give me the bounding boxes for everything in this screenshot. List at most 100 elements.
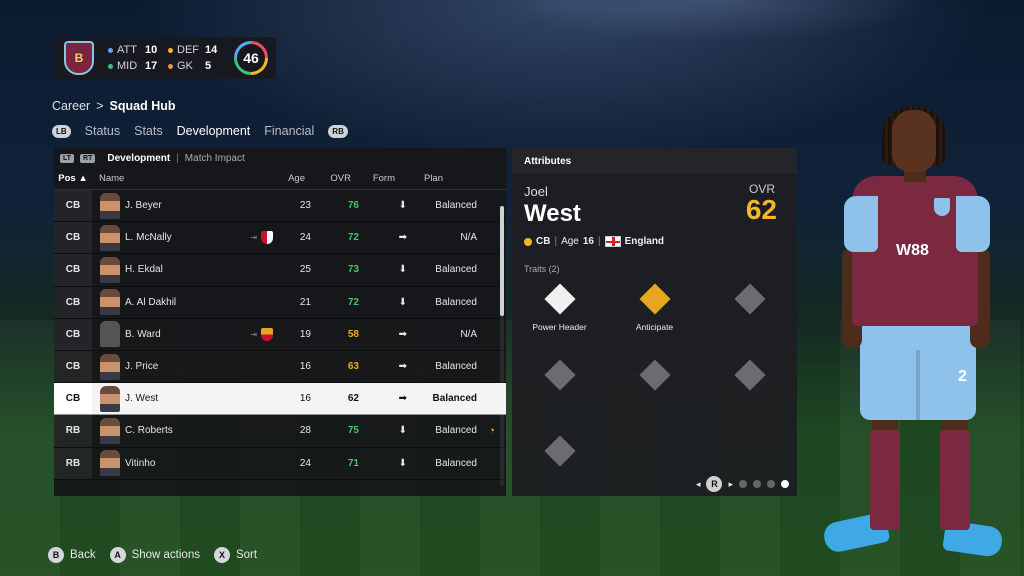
row-name: A. Al Dakhil [125, 296, 177, 308]
player-age: 16 [582, 236, 594, 247]
player-avatar [100, 353, 120, 380]
player-avatar [100, 450, 120, 477]
b-button-icon: B [48, 547, 64, 563]
row-plan: Balanced [435, 457, 477, 469]
row-ovr: 62 [347, 393, 359, 405]
row-name: B. Ward [125, 328, 161, 340]
player-last-name: West [524, 200, 581, 227]
shorts-number: 2 [958, 368, 967, 385]
form-down-icon: ⬇ [398, 457, 407, 469]
player-avatar [100, 385, 120, 412]
button-prompts: B Back A Show actions X Sort [48, 547, 257, 563]
row-name: C. Roberts [125, 425, 173, 437]
row-club: ⇥ [235, 327, 273, 341]
table-row[interactable]: CB L. McNally ⇥ 24 72 ➡ N/A [54, 222, 506, 255]
table-row[interactable]: CB A. Al Dakhil 21 72 ⬇ Balanced [54, 286, 506, 319]
row-age: 24 [299, 232, 311, 244]
rating-gk: GK 5 [168, 60, 220, 72]
row-ovr: 75 [347, 425, 359, 437]
table-row-selected[interactable]: CB J. West 16 62 ➡ Balanced [54, 383, 506, 416]
player-age-label: Age [561, 236, 579, 247]
development-gauge-icon: ◔ [488, 424, 495, 437]
form-down-icon: ⬇ [398, 425, 407, 437]
tab-stats[interactable]: Stats [134, 124, 163, 138]
chevron-right-icon: > [96, 99, 104, 113]
sock-left [870, 430, 900, 530]
trait-slot-empty[interactable] [702, 354, 797, 416]
team-ovr-ring: 46 [234, 41, 268, 75]
table-row[interactable]: RB C. Roberts 28 75 ⬇ Balanced ◔ [54, 415, 506, 448]
player-avatar [100, 256, 120, 283]
table-row[interactable]: CB B. Ward ⇥ 19 58 ➡ N/A [54, 318, 506, 351]
r-stick-icon[interactable]: R [706, 476, 723, 492]
chevron-left-icon[interactable]: ◂ [696, 479, 701, 490]
tab-financial[interactable]: Financial [264, 124, 314, 138]
table-row[interactable]: CB J. Beyer 23 76 ⬇ Balanced [54, 190, 506, 223]
row-pos: RB [54, 447, 92, 479]
row-pos: CB [54, 254, 92, 286]
position-dot-icon [524, 237, 532, 246]
loan-arrow-icon: ⇥ [250, 233, 257, 243]
x-button-icon: X [213, 547, 230, 563]
col-form[interactable]: Form [351, 173, 395, 184]
row-plan: Balanced [435, 296, 477, 308]
player-avatar-placeholder [100, 321, 120, 348]
trait-slot[interactable]: Anticipate [607, 278, 702, 340]
row-name: J. Beyer [125, 200, 162, 212]
rt-trigger-icon[interactable]: RT [80, 153, 96, 163]
trait-slot-empty[interactable] [512, 354, 607, 416]
shirt-sponsor: W88 [896, 242, 929, 259]
trait-slot-empty[interactable] [512, 430, 607, 492]
attributes-pager: ◂ R ▸ [696, 476, 789, 492]
row-ovr: 76 [347, 200, 359, 212]
col-ovr[interactable]: OVR [305, 173, 351, 184]
page-dot[interactable] [767, 480, 775, 488]
lb-button-icon[interactable]: LB [52, 124, 71, 138]
sort-button[interactable]: X Sort [213, 547, 257, 563]
tab-development[interactable]: Development [177, 124, 251, 138]
scrollbar-thumb[interactable] [500, 206, 504, 316]
table-header: Pos ▲ Name Age OVR Form Plan [54, 168, 506, 190]
rb-button-icon[interactable]: RB [328, 124, 348, 138]
row-ovr: 72 [347, 296, 359, 308]
row-age: 25 [299, 264, 311, 276]
page-dot-active[interactable] [781, 480, 789, 488]
col-plan[interactable]: Plan [395, 173, 443, 184]
trait-slot-empty[interactable] [702, 278, 797, 340]
player-avatar [100, 192, 120, 219]
subtab-development[interactable]: Development [107, 153, 170, 164]
col-pos[interactable]: Pos ▲ [54, 173, 92, 184]
form-down-icon: ⬇ [398, 200, 407, 212]
row-plan: N/A [460, 232, 477, 244]
breadcrumb-current: Squad Hub [109, 99, 176, 113]
breadcrumb-root[interactable]: Career [52, 99, 90, 113]
form-right-icon: ➡ [398, 232, 407, 244]
empty-trait-icon [733, 283, 766, 315]
table-row[interactable]: CB H. Ekdal 25 73 ⬇ Balanced [54, 254, 506, 287]
col-age[interactable]: Age [247, 173, 305, 184]
attributes-title: Attributes [512, 148, 797, 174]
row-age: 23 [299, 200, 311, 212]
trait-slot[interactable]: Power Header [512, 278, 607, 340]
col-name[interactable]: Name [99, 173, 247, 184]
team-ratings: ATT 10 DEF 14 MID 17 GK 5 [108, 44, 220, 72]
row-ovr: 63 [347, 361, 359, 373]
row-plan: Balanced [435, 264, 477, 276]
page-dot[interactable] [753, 480, 761, 488]
table-row[interactable]: CB J. Price 16 63 ➡ Balanced [54, 350, 506, 384]
lt-trigger-icon[interactable]: LT [60, 153, 75, 163]
show-actions-button[interactable]: A Show actions [109, 547, 200, 563]
trait-name: Power Header [532, 322, 587, 332]
subtab-match-impact[interactable]: Match Impact [185, 153, 245, 164]
row-plan: Balanced [435, 200, 477, 212]
table-row[interactable]: RB Vitinho 24 71 ⬇ Balanced [54, 447, 506, 480]
page-dot[interactable] [739, 480, 747, 488]
back-button[interactable]: B Back [48, 547, 96, 563]
form-right-icon: ➡ [398, 328, 407, 340]
row-plan: Balanced [432, 393, 477, 405]
back-label: Back [70, 549, 96, 561]
trait-slot-empty[interactable] [607, 354, 702, 416]
tab-status[interactable]: Status [85, 124, 120, 138]
chevron-right-icon[interactable]: ▸ [728, 479, 733, 490]
loan-arrow-icon: ⇥ [250, 329, 257, 339]
